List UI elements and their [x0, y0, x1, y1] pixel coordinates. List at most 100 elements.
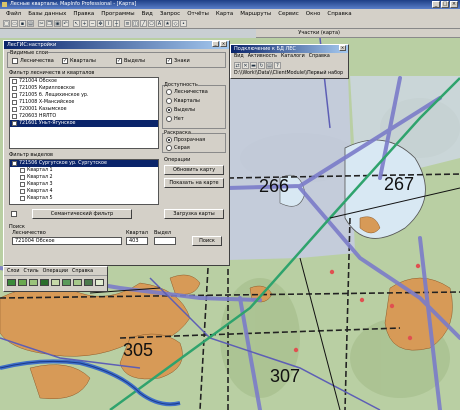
menu-item[interactable]: Справка	[327, 11, 351, 17]
styles-menu-item[interactable]: Слои	[7, 268, 19, 274]
help-icon[interactable]: ?	[274, 62, 281, 69]
style-swatch[interactable]	[84, 279, 93, 286]
close-button[interactable]: ×	[450, 1, 458, 8]
option-radio[interactable]	[166, 145, 172, 151]
plot-tree-item[interactable]: Квартал 4	[10, 188, 158, 195]
forestry-item-checkbox[interactable]	[12, 79, 17, 84]
menu-item[interactable]: Правка	[73, 11, 94, 17]
copy-icon[interactable]: ❐	[46, 20, 53, 27]
symbol-icon[interactable]: ★	[164, 20, 171, 27]
plot-tree-item[interactable]: Квартал 2	[10, 174, 158, 181]
props-icon[interactable]: ▤	[266, 62, 273, 69]
menu-item[interactable]: Вид	[142, 11, 153, 17]
option-radio[interactable]	[166, 137, 172, 143]
db-connection-title-bar[interactable]: Подключение к БД ЛЕС ×	[231, 45, 348, 53]
plot-tree-item[interactable]: Квартал 5	[10, 195, 158, 202]
delete-icon[interactable]: ▬	[250, 62, 257, 69]
forestry-list[interactable]: 721004 Обское 721005 Кирилловское 721005 б…	[9, 77, 159, 149]
plot-item-checkbox[interactable]	[20, 175, 25, 180]
open-icon[interactable]: ▭	[11, 20, 18, 27]
option-radio[interactable]	[166, 98, 172, 104]
forestry-list-item[interactable]: 721004 Обское	[10, 78, 158, 85]
node-icon[interactable]: •	[180, 20, 187, 27]
style-swatch[interactable]	[29, 279, 38, 286]
layer-checkbox[interactable]: ✓	[166, 58, 172, 64]
forestry-item-checkbox[interactable]	[12, 93, 17, 98]
dialog-minimize-button[interactable]: _	[212, 41, 219, 47]
plot-tree-item[interactable]: Квартал 3	[10, 181, 158, 188]
plot-item-checkbox[interactable]	[20, 189, 25, 194]
layers-icon[interactable]: ◫	[132, 20, 139, 27]
refresh-map-button[interactable]: Обновить карту	[164, 165, 224, 175]
legend-icon[interactable]: ≡	[124, 20, 131, 27]
forestry-item-checkbox[interactable]: ✓	[12, 121, 17, 126]
forestry-select[interactable]: 721004 Обское	[12, 237, 122, 245]
style-swatch[interactable]	[73, 279, 82, 286]
save-icon[interactable]: ▪	[19, 20, 26, 27]
maximize-button[interactable]: □	[441, 1, 449, 8]
conn-menu-item[interactable]: Вид	[234, 54, 244, 60]
disconnect-icon[interactable]: ✕	[242, 62, 249, 69]
menu-item[interactable]: Запрос	[160, 11, 180, 17]
menu-item[interactable]: Сервис	[278, 11, 299, 17]
style-swatch[interactable]	[95, 279, 104, 286]
cut-icon[interactable]: ✂	[38, 20, 45, 27]
plot-tree-item[interactable]: 721506 Сургутское ур. Сургутское	[10, 160, 158, 167]
styles-menu-item[interactable]: Стиль	[23, 268, 38, 274]
style-swatch[interactable]	[7, 279, 16, 286]
plot-item-checkbox[interactable]	[20, 196, 25, 201]
plot-item-checkbox[interactable]	[20, 168, 25, 173]
select-icon[interactable]: ↖	[73, 20, 80, 27]
option-radio[interactable]	[166, 116, 172, 122]
show-on-map-button[interactable]: Показать на карте	[164, 178, 224, 188]
print-icon[interactable]: ▤	[27, 20, 34, 27]
polygon-icon[interactable]: ⬠	[148, 20, 155, 27]
conn-menu-item[interactable]: Справка	[309, 54, 330, 60]
style-swatch[interactable]	[62, 279, 71, 286]
forestry-list-item[interactable]: 721005 Кирилловское	[10, 85, 158, 92]
layer-checkbox[interactable]: ✓	[116, 58, 122, 64]
plot-input[interactable]	[154, 237, 176, 245]
forestry-item-checkbox[interactable]	[12, 86, 17, 91]
styles-menu-item[interactable]: Операции	[43, 268, 68, 274]
forestry-list-item[interactable]: 711008 Х-Мансийское	[10, 99, 158, 106]
layer-checkbox[interactable]	[12, 58, 18, 64]
minimize-button[interactable]: _	[432, 1, 440, 8]
forestry-item-checkbox[interactable]	[12, 114, 17, 119]
semantic-filter-checkbox[interactable]	[11, 211, 17, 217]
plot-item-checkbox[interactable]	[20, 182, 25, 187]
plot-tree-item[interactable]: Квартал 1	[10, 167, 158, 174]
menu-item[interactable]: Отчёты	[187, 11, 209, 17]
draw-line-icon[interactable]: ╱	[140, 20, 147, 27]
menu-item[interactable]: Файл	[6, 11, 21, 17]
quarter-select[interactable]: 403	[126, 237, 148, 245]
zoom-in-icon[interactable]: +	[81, 20, 88, 27]
undo-icon[interactable]: ↶	[62, 20, 69, 27]
style-swatch[interactable]	[40, 279, 49, 286]
zoom-out-icon[interactable]: −	[89, 20, 96, 27]
settings-dialog-title-bar[interactable]: ЛесГИС:настройки _ ×	[4, 41, 229, 49]
menu-item[interactable]: Программы	[101, 11, 134, 17]
option-radio[interactable]	[166, 107, 172, 113]
styles-menu-item[interactable]: Справка	[72, 268, 93, 274]
style-swatch[interactable]	[18, 279, 27, 286]
reshape-icon[interactable]: ◇	[172, 20, 179, 27]
load-map-button[interactable]: Загрузка карты	[164, 209, 224, 219]
info-icon[interactable]: i	[105, 20, 112, 27]
conn-menu-item[interactable]: Активность	[248, 54, 277, 60]
forestry-list-item[interactable]: 721005 б. Лещихинское ур.	[10, 92, 158, 99]
paste-icon[interactable]: ▣	[54, 20, 61, 27]
menu-item[interactable]: Базы данных	[28, 11, 66, 17]
menu-item[interactable]: Карта	[216, 11, 233, 17]
connect-icon[interactable]: ⇄	[234, 62, 241, 69]
semantic-filter-button[interactable]: Семантический фильтр	[32, 209, 132, 219]
plot-item-checkbox[interactable]	[12, 161, 17, 166]
forestry-list-item[interactable]: 720001 Казымское	[10, 106, 158, 113]
menu-item[interactable]: Маршруты	[240, 11, 271, 17]
dialog-close-button[interactable]: ×	[220, 41, 227, 47]
forestry-item-checkbox[interactable]	[12, 100, 17, 105]
style-swatch[interactable]	[51, 279, 60, 286]
option-radio[interactable]	[166, 89, 172, 95]
search-button[interactable]: Поиск	[192, 236, 222, 246]
conn-menu-item[interactable]: Каталоги	[281, 54, 305, 60]
